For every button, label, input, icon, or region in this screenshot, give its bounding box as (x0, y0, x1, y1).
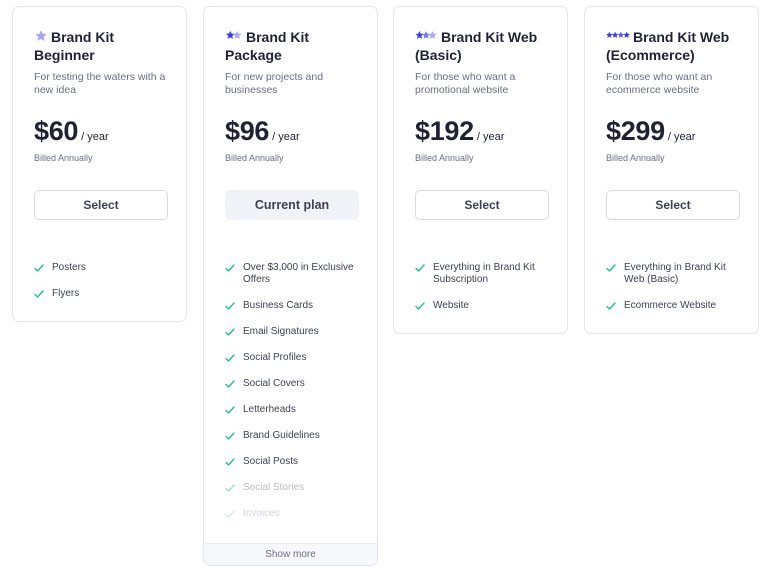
feature-list: Posters Flyers (34, 262, 176, 314)
plan-description: For testing the waters with a new idea (34, 71, 166, 96)
plan-price: $192/ year (415, 116, 505, 146)
feature-item: Posters (34, 262, 176, 274)
check-icon (225, 458, 235, 466)
current-plan-button[interactable]: Current plan (225, 190, 359, 220)
check-icon (225, 354, 235, 362)
check-icon (225, 432, 235, 440)
plan-card-web-basic: Brand Kit Web (Basic) For those who want… (393, 6, 568, 334)
billing-note: Billed Annually (225, 153, 284, 163)
plan-card-web-ecommerce: Brand Kit Web (Ecommerce) For those who … (584, 6, 759, 334)
plan-title: Brand Kit Beginner (34, 29, 114, 63)
feature-list: Everything in Brand Kit Web (Basic) Ecom… (606, 262, 748, 326)
plan-price: $299/ year (606, 116, 696, 146)
two-stars-icon (225, 30, 242, 39)
plan-description: For new projects and businesses (225, 71, 324, 96)
feature-item: Over $3,000 in Exclusive Offers (225, 262, 367, 286)
feature-item: Invoices (225, 508, 367, 520)
feature-item: Email Signatures (225, 326, 367, 338)
plan-card-package: Brand Kit Package For new projects and b… (203, 6, 378, 566)
check-icon (225, 264, 235, 272)
feature-item: Social Stories (225, 482, 367, 494)
show-more-button[interactable]: Show more (204, 543, 377, 565)
four-stars-icon (606, 31, 630, 38)
check-icon (606, 264, 616, 272)
select-button[interactable]: Select (34, 190, 168, 220)
feature-item: Letterheads (225, 404, 367, 416)
feature-list: Over $3,000 in Exclusive Offers Business… (225, 262, 367, 534)
three-stars-icon (415, 31, 437, 39)
check-icon (415, 302, 425, 310)
feature-item: Social Posts (225, 456, 367, 468)
check-icon (225, 380, 235, 388)
feature-item: Brand Guidelines (225, 430, 367, 442)
feature-item: Ecommerce Website (606, 300, 748, 312)
check-icon (225, 302, 235, 310)
feature-item: Website (415, 300, 557, 312)
feature-item: Social Covers (225, 378, 367, 390)
plan-title: Brand Kit Web (Ecommerce) (606, 29, 730, 63)
select-button[interactable]: Select (415, 190, 549, 220)
check-icon (225, 406, 235, 414)
check-icon (225, 510, 235, 518)
feature-item: Everything in Brand Kit Subscription (415, 262, 557, 286)
check-icon (34, 264, 44, 272)
feature-list: Everything in Brand Kit Subscription Web… (415, 262, 557, 326)
billing-note: Billed Annually (606, 153, 665, 163)
check-icon (415, 264, 425, 272)
plan-price: $96/ year (225, 116, 300, 146)
feature-item: Everything in Brand Kit Web (Basic) (606, 262, 748, 286)
check-icon (225, 328, 235, 336)
plan-price: $60/ year (34, 116, 109, 146)
select-button[interactable]: Select (606, 190, 740, 220)
plan-card-beginner: Brand Kit Beginner For testing the water… (12, 6, 187, 322)
feature-item: Flyers (34, 288, 176, 300)
plan-description: For those who want an ecommerce website (606, 71, 713, 96)
billing-note: Billed Annually (34, 153, 93, 163)
check-icon (606, 302, 616, 310)
plan-title: Brand Kit Package (225, 29, 309, 63)
check-icon (34, 290, 44, 298)
plan-description: For those who want a promotional website (415, 71, 516, 96)
feature-item: Business Cards (225, 300, 367, 312)
star-icon (35, 30, 47, 41)
feature-item: Social Profiles (225, 352, 367, 364)
plan-title: Brand Kit Web (Basic) (415, 29, 538, 63)
billing-note: Billed Annually (415, 153, 474, 163)
check-icon (225, 484, 235, 492)
